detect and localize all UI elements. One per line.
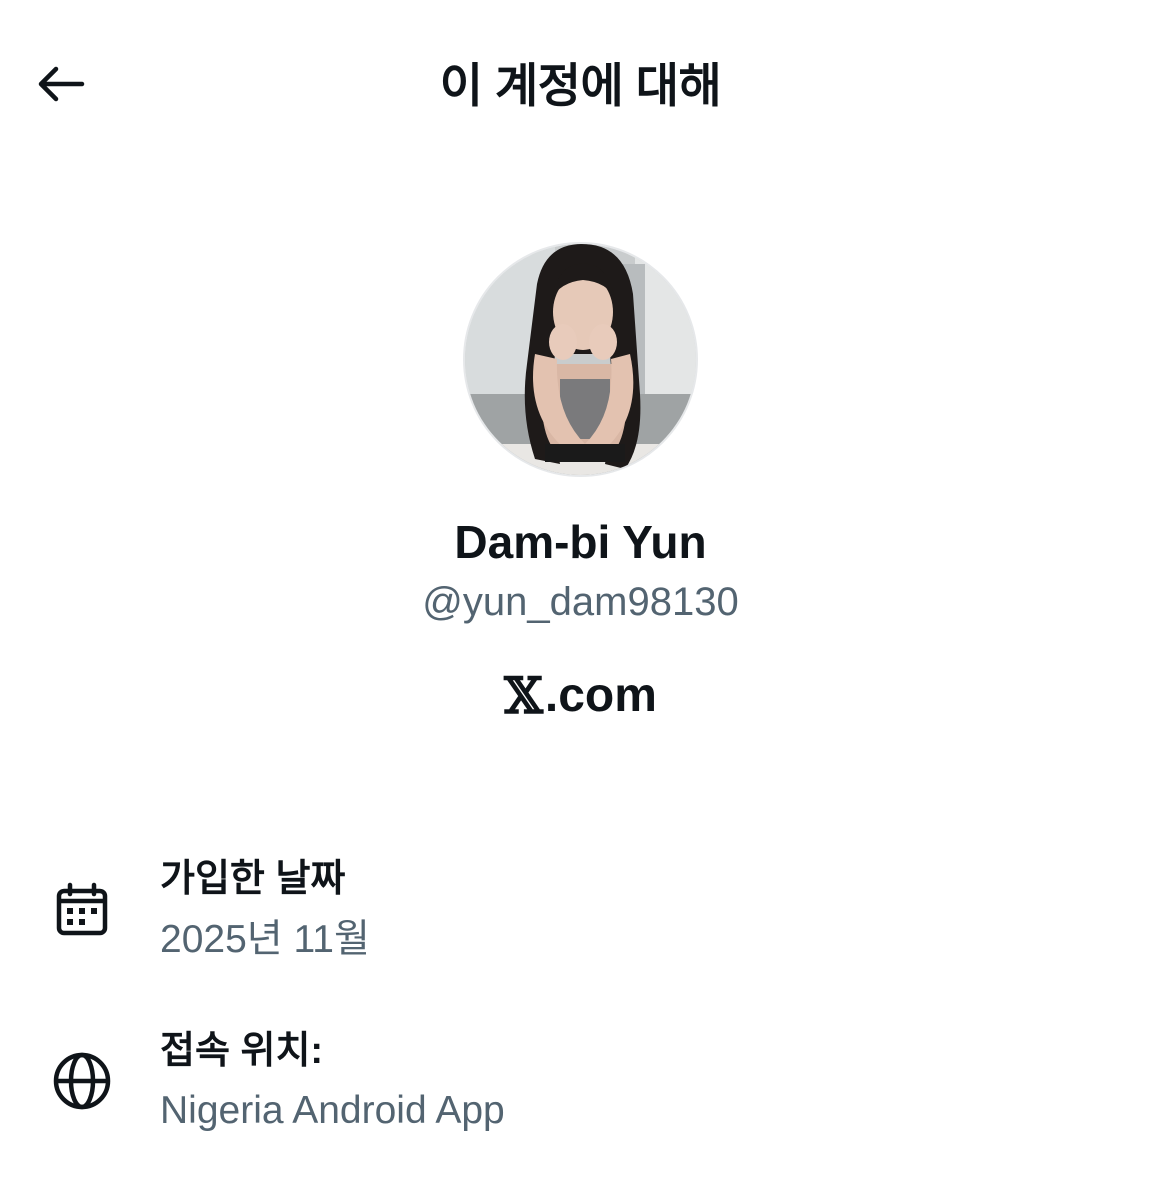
page-title: 이 계정에 대해	[439, 59, 722, 112]
user-handle: @yun_dam98130	[422, 580, 739, 624]
location-value: Nigeria Android App	[160, 1089, 505, 1132]
avatar	[463, 242, 698, 477]
location-label: 접속 위치:	[160, 1030, 324, 1072]
platform-label: 𝕏 .com	[0, 664, 1161, 728]
platform-suffix: .com	[544, 669, 657, 722]
calendar-icon	[50, 878, 114, 942]
display-name: Dam-bi Yun	[454, 516, 707, 568]
globe-icon	[50, 1049, 114, 1113]
joined-date-value: 2025년 11월	[160, 918, 370, 961]
x-logo-icon: 𝕏	[504, 666, 543, 725]
joined-date-label: 가입한 날짜	[160, 858, 346, 900]
